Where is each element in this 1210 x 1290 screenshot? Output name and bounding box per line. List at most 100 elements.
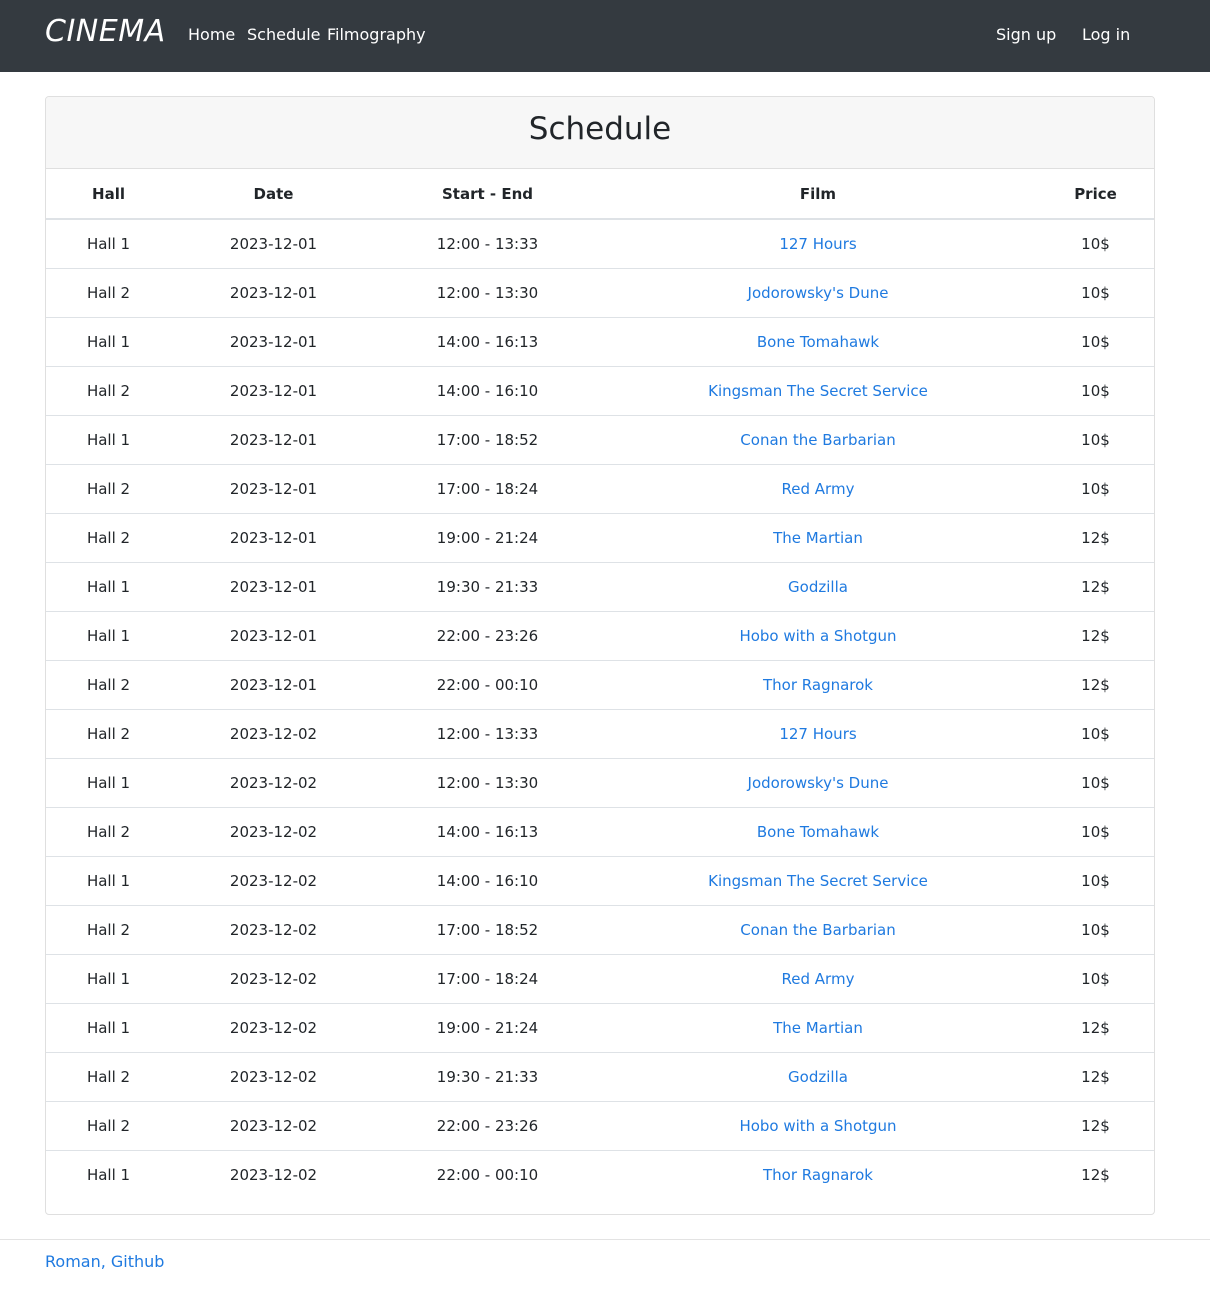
nav-link-filmography[interactable]: Filmography bbox=[327, 25, 426, 44]
film-cell: Red Army bbox=[599, 954, 1037, 1004]
film-link[interactable]: Bone Tomahawk bbox=[757, 333, 879, 351]
film-link[interactable]: Thor Ragnarok bbox=[763, 676, 873, 694]
film-link[interactable]: The Martian bbox=[773, 529, 863, 547]
film-link[interactable]: Red Army bbox=[782, 480, 855, 498]
film-link[interactable]: Jodorowsky's Dune bbox=[748, 284, 889, 302]
time-cell: 14:00 - 16:10 bbox=[376, 856, 599, 906]
film-link[interactable]: Red Army bbox=[782, 970, 855, 988]
hall-cell: Hall 2 bbox=[46, 660, 171, 710]
time-cell: 22:00 - 23:26 bbox=[376, 1101, 599, 1151]
film-cell: Godzilla bbox=[599, 1052, 1037, 1102]
table-row: Hall 2 2023-12-01 12:00 - 13:30 Jodorowsky'… bbox=[46, 268, 1154, 318]
date-cell: 2023-12-01 bbox=[171, 317, 376, 367]
table-row: Hall 1 2023-12-01 19:30 - 21:33 Godzilla 12$ bbox=[46, 562, 1154, 612]
date-cell: 2023-12-01 bbox=[171, 660, 376, 710]
film-cell: The Martian bbox=[599, 513, 1037, 563]
table-header-row: Hall Date Start - End Film Price bbox=[46, 169, 1154, 220]
film-cell: Hobo with a Shotgun bbox=[599, 1101, 1037, 1151]
film-link[interactable]: 127 Hours bbox=[779, 235, 856, 253]
film-link[interactable]: The Martian bbox=[773, 1019, 863, 1037]
column-header-film: Film bbox=[599, 169, 1037, 220]
page-title: Schedule bbox=[528, 111, 672, 147]
hall-cell: Hall 1 bbox=[46, 317, 171, 367]
film-cell: Red Army bbox=[599, 464, 1037, 514]
hall-cell: Hall 2 bbox=[46, 709, 171, 759]
film-cell: The Martian bbox=[599, 1003, 1037, 1053]
hall-cell: Hall 1 bbox=[46, 954, 171, 1004]
date-cell: 2023-12-01 bbox=[171, 366, 376, 416]
hall-cell: Hall 1 bbox=[46, 1003, 171, 1053]
sign-up-link[interactable]: Sign up bbox=[996, 25, 1056, 44]
film-link[interactable]: Godzilla bbox=[788, 1068, 848, 1086]
film-cell: Kingsman The Secret Service bbox=[599, 366, 1037, 416]
film-cell: Jodorowsky's Dune bbox=[599, 758, 1037, 808]
date-cell: 2023-12-01 bbox=[171, 464, 376, 514]
time-cell: 12:00 - 13:33 bbox=[376, 709, 599, 759]
price-cell: 12$ bbox=[1037, 562, 1154, 612]
footer-credit-link[interactable]: Roman, Github bbox=[45, 1252, 164, 1271]
date-cell: 2023-12-02 bbox=[171, 954, 376, 1004]
time-cell: 17:00 - 18:24 bbox=[376, 954, 599, 1004]
film-link[interactable]: Thor Ragnarok bbox=[763, 1166, 873, 1184]
time-cell: 12:00 - 13:33 bbox=[376, 219, 599, 269]
film-cell: Bone Tomahawk bbox=[599, 317, 1037, 367]
table-row: Hall 2 2023-12-01 14:00 - 16:10 Kingsman Th… bbox=[46, 366, 1154, 416]
time-cell: 22:00 - 00:10 bbox=[436, 1165, 539, 1184]
time-cell: 19:30 - 21:33 bbox=[376, 562, 599, 612]
film-link[interactable]: Conan the Barbarian bbox=[740, 921, 895, 939]
table-row: Hall 1 2023-12-02 14:00 - 16:10 Kingsman Th… bbox=[46, 856, 1154, 906]
date-cell: 2023-12-02 bbox=[171, 856, 376, 906]
price-cell: 10$ bbox=[1037, 219, 1154, 269]
film-cell: 127 Hours bbox=[599, 219, 1037, 269]
date-cell: 2023-12-01 bbox=[171, 268, 376, 318]
date-cell: 2023-12-02 bbox=[171, 807, 376, 857]
hall-cell: Hall 2 bbox=[46, 513, 171, 563]
table-row: Hall 2 2023-12-02 12:00 - 13:33 127 Hours 10… bbox=[46, 709, 1154, 759]
price-cell: 10$ bbox=[1037, 856, 1154, 906]
film-cell: Conan the Barbarian bbox=[599, 415, 1037, 465]
date-cell: 2023-12-01 bbox=[171, 611, 376, 661]
log-in-link[interactable]: Log in bbox=[1082, 25, 1130, 44]
nav-link-home[interactable]: Home bbox=[188, 25, 235, 44]
date-cell: 2023-12-02 bbox=[171, 758, 376, 808]
date-cell: 2023-12-02 bbox=[171, 1052, 376, 1102]
price-cell: 10$ bbox=[1037, 268, 1154, 318]
price-cell: 10$ bbox=[1037, 415, 1154, 465]
film-link[interactable]: Conan the Barbarian bbox=[740, 431, 895, 449]
film-link[interactable]: Bone Tomahawk bbox=[757, 823, 879, 841]
price-cell: 10$ bbox=[1037, 905, 1154, 955]
table-row: Hall 1 2023-12-02 22:00 - 00:10 Thor Ragnar… bbox=[46, 1150, 1154, 1199]
film-link[interactable]: 127 Hours bbox=[779, 725, 856, 743]
film-link[interactable]: Hobo with a Shotgun bbox=[739, 1117, 896, 1135]
schedule-card: Schedule Hall Date Start - End Film Pric… bbox=[45, 96, 1155, 1215]
hall-cell: Hall 2 bbox=[46, 905, 171, 955]
column-header-hall: Hall bbox=[46, 169, 171, 220]
brand-logo[interactable]: CINEMA bbox=[45, 14, 166, 49]
film-link[interactable]: Jodorowsky's Dune bbox=[748, 774, 889, 792]
table-row: Hall 1 2023-12-02 17:00 - 18:24 Red Army 10$ bbox=[46, 954, 1154, 1004]
table-row: Hall 1 2023-12-02 12:00 - 13:30 Jodorowsky'… bbox=[46, 758, 1154, 808]
price-cell: 10$ bbox=[1037, 709, 1154, 759]
table-row: Hall 1 2023-12-01 17:00 - 18:52 Conan the B… bbox=[46, 415, 1154, 465]
hall-cell: Hall 1 bbox=[46, 856, 171, 906]
time-cell: 14:00 - 16:10 bbox=[376, 366, 599, 416]
film-link[interactable]: Kingsman The Secret Service bbox=[708, 872, 928, 890]
film-link[interactable]: Hobo with a Shotgun bbox=[739, 627, 896, 645]
time-cell: 17:00 - 18:52 bbox=[376, 415, 599, 465]
date-cell: 2023-12-01 bbox=[171, 415, 376, 465]
hall-cell: Hall 1 bbox=[46, 219, 171, 269]
date-cell: 2023-12-01 bbox=[171, 219, 376, 269]
time-cell: 19:00 - 21:24 bbox=[376, 1003, 599, 1053]
film-cell: Bone Tomahawk bbox=[599, 807, 1037, 857]
nav-link-schedule[interactable]: Schedule bbox=[247, 25, 321, 44]
hall-cell: Hall 1 bbox=[86, 1165, 131, 1184]
date-cell: 2023-12-02 bbox=[171, 1101, 376, 1151]
hall-cell: Hall 2 bbox=[46, 807, 171, 857]
table-row: Hall 2 2023-12-02 14:00 - 16:13 Bone Tomaha… bbox=[46, 807, 1154, 857]
film-link[interactable]: Kingsman The Secret Service bbox=[708, 382, 928, 400]
date-cell: 2023-12-01 bbox=[171, 562, 376, 612]
column-header-date: Date bbox=[171, 169, 376, 220]
time-cell: 19:00 - 21:24 bbox=[376, 513, 599, 563]
column-header-start-end: Start - End bbox=[376, 169, 599, 220]
film-link[interactable]: Godzilla bbox=[788, 578, 848, 596]
